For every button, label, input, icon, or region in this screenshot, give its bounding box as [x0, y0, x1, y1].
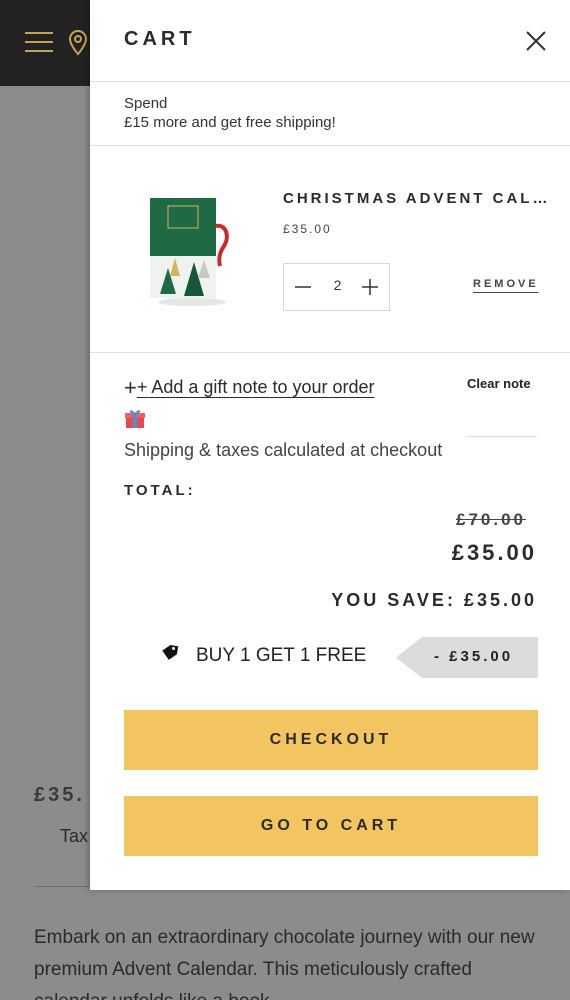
plus-icon[interactable] [359, 276, 381, 298]
promo-label: BUY 1 GET 1 FREE [196, 645, 367, 666]
discount-amount: - £35.00 [434, 648, 514, 665]
clear-note-button[interactable]: Clear note [467, 372, 537, 395]
divider [90, 352, 570, 353]
total-label: TOTAL: [124, 482, 196, 499]
background-product-price: £35. [34, 784, 85, 806]
menu-icon[interactable] [25, 32, 53, 54]
background-product-description: Embark on an extraordinary chocolate jou… [34, 927, 535, 1000]
location-pin-icon[interactable] [68, 29, 88, 56]
you-save-text: YOU SAVE: £35.00 [331, 590, 537, 610]
product-price: £35.00 [283, 222, 332, 236]
tag-icon [160, 643, 180, 663]
close-icon[interactable] [523, 28, 549, 54]
gift-note-label: + Add a gift note to your order [136, 377, 375, 397]
remove-button[interactable]: REMOVE [473, 278, 539, 290]
quantity-stepper: 2 [283, 263, 390, 311]
discount-badge: - £35.00 [396, 637, 538, 678]
cart-title: CART [124, 28, 196, 50]
cart-drawer: CART Spend £15 more and get free shippin… [90, 0, 570, 890]
gift-note-plus: + [124, 375, 137, 400]
divider [90, 145, 570, 146]
clear-note-underline [467, 436, 537, 437]
go-to-cart-button[interactable]: GO TO CART [124, 796, 538, 856]
add-gift-note-link[interactable]: ++ Add a gift note to your order [124, 375, 375, 401]
original-total: £70.00 [456, 510, 526, 529]
checkout-button[interactable]: CHECKOUT [124, 710, 538, 770]
quantity-value[interactable]: 2 [324, 277, 351, 293]
gift-icon [124, 408, 146, 430]
cart-header: CART [90, 0, 570, 82]
minus-icon[interactable] [292, 276, 314, 298]
cart-total: £35.00 [451, 540, 537, 565]
product-image[interactable] [148, 196, 234, 308]
free-shipping-line1: Spend [124, 95, 168, 112]
product-name[interactable]: CHRISTMAS ADVENT CALENDAR [283, 190, 553, 207]
free-shipping-message: Spend £15 more and get free shipping! [124, 94, 336, 132]
free-shipping-line2: £15 more and get free shipping! [124, 114, 336, 131]
shipping-taxes-note: Shipping & taxes calculated at checkout [124, 440, 443, 460]
background-tax-text: Tax [60, 826, 89, 846]
